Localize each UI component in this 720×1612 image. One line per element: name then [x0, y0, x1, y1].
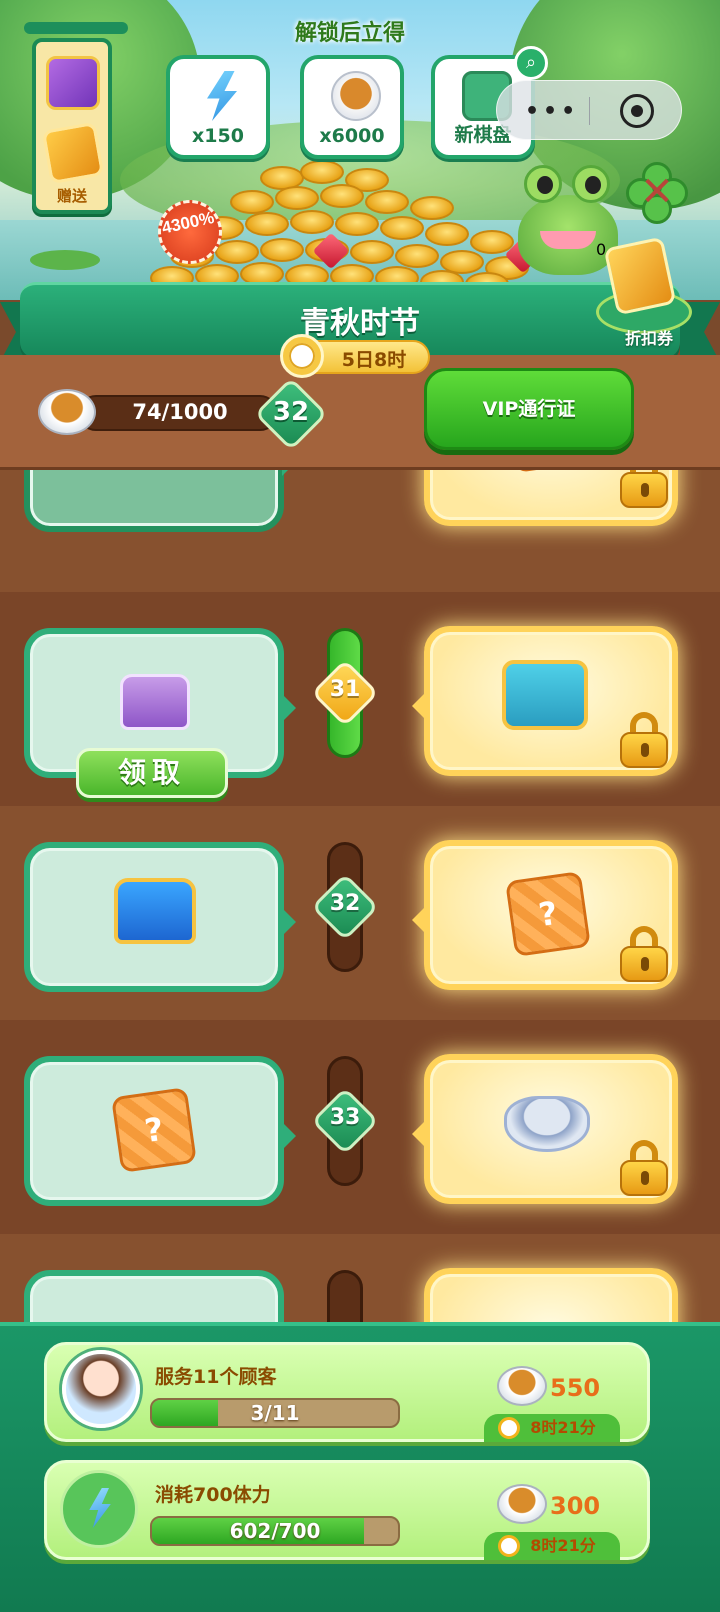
- clock-icon: [498, 1417, 520, 1439]
- blue-chest-icon: [114, 878, 196, 944]
- free-reward-card[interactable]: ?: [24, 1056, 296, 1206]
- season-timer-text: 5日8时: [341, 349, 407, 371]
- claim-button[interactable]: 领取: [76, 748, 228, 798]
- task-reward-amount: 550: [550, 1374, 601, 1402]
- treasure-chest-icon: [502, 660, 588, 730]
- mystery-cube-icon: ?: [505, 470, 591, 473]
- task-timer-text: 8时21分: [530, 1536, 596, 1555]
- track-row-34: [0, 1234, 720, 1330]
- season-title: 青秋时节: [300, 306, 420, 341]
- exit-miniprogram-icon[interactable]: [620, 94, 654, 128]
- current-level: 32: [272, 397, 310, 427]
- lily-pad: [30, 250, 100, 270]
- task-panel: 服务11个顾客 3/11 550 8时21分 消耗700体力 602/700 3…: [0, 1322, 720, 1612]
- free-reward-card[interactable]: ✔: [24, 470, 296, 532]
- purple-chest-icon: [120, 674, 190, 730]
- level-node-number: 31: [329, 677, 361, 702]
- reward-label: x150: [192, 125, 244, 147]
- gift-label: 赠送: [56, 187, 87, 205]
- level-node-number: 33: [329, 1105, 361, 1130]
- mystery-cube-icon: ?: [111, 1087, 197, 1173]
- coupon-label: 折扣券: [624, 329, 673, 348]
- task-title: 服务11个顾客: [155, 1366, 277, 1388]
- track-rail: [327, 1270, 363, 1330]
- purple-chest-icon: [46, 56, 100, 110]
- season-timer: 5日8时: [280, 334, 430, 378]
- tea-cup-icon: [38, 389, 96, 435]
- reward-tile-tea[interactable]: x6000: [300, 55, 404, 159]
- track-row-32: 32 ?: [0, 806, 720, 1020]
- free-reward-card[interactable]: [24, 1270, 284, 1330]
- xp-text: 74/1000: [132, 400, 228, 424]
- free-reward-card[interactable]: [24, 842, 296, 992]
- lock-icon: [620, 712, 668, 768]
- task-timer: 8时21分: [484, 1414, 620, 1442]
- task-timer: 8时21分: [484, 1532, 620, 1560]
- lock-icon: [620, 1140, 668, 1196]
- magnify-icon[interactable]: ⌕: [514, 46, 548, 80]
- vip-reward-card[interactable]: [424, 1268, 678, 1330]
- tea-cup-icon: [331, 71, 381, 121]
- close-icon: ✕: [640, 169, 674, 215]
- clock-icon: [280, 334, 324, 378]
- vip-pass-button[interactable]: VIP通行证: [424, 368, 634, 450]
- task-progress-bar: 3/11: [150, 1398, 400, 1428]
- reward-tile-energy[interactable]: x150: [166, 55, 270, 159]
- task-title: 消耗700体力: [155, 1484, 271, 1506]
- mystery-cube-icon: ?: [505, 871, 591, 957]
- track-row-33: ? 33: [0, 1020, 720, 1234]
- claimed-check-icon: ✔: [218, 470, 267, 476]
- task-timer-text: 8时21分: [530, 1418, 596, 1437]
- task-progress-text: 602/700: [229, 1519, 321, 1543]
- unlock-rewards-title: 解锁后立得: [294, 21, 405, 46]
- track-row-30: ✔ 30 ?: [0, 470, 720, 592]
- reward-label: x6000: [319, 125, 385, 147]
- more-options-icon[interactable]: •••: [525, 99, 587, 124]
- banner-hanger: [24, 22, 128, 34]
- vip-reward-card[interactable]: [412, 1054, 678, 1204]
- vip-reward-card[interactable]: ?: [424, 470, 678, 526]
- close-button[interactable]: ✕: [626, 162, 688, 224]
- level-node-number: 32: [329, 891, 361, 916]
- clock-icon: [498, 1535, 520, 1557]
- capsule-divider: [589, 97, 590, 125]
- gift-banner[interactable]: 赠送: [24, 22, 128, 214]
- miniprogram-capsule: •••: [496, 80, 682, 140]
- tea-cup-icon: [497, 1484, 547, 1524]
- lock-icon: [620, 926, 668, 982]
- task-reward-amount: 300: [550, 1492, 601, 1520]
- porcelain-bowl-icon: [504, 1096, 590, 1152]
- energy-bolt-icon: [207, 71, 237, 121]
- customer-avatar: [62, 1350, 140, 1428]
- task-progress-text: 3/11: [250, 1401, 300, 1425]
- tea-cup-icon: [497, 1366, 547, 1406]
- reward-track[interactable]: ✔ 30 ? 31 32 ?: [0, 470, 720, 1330]
- vip-reward-card[interactable]: [412, 626, 678, 776]
- vip-reward-card[interactable]: ?: [412, 840, 678, 990]
- lock-icon: [620, 470, 668, 508]
- task-progress-bar: 602/700: [150, 1516, 400, 1546]
- coupon-ticket-icon: [41, 121, 105, 185]
